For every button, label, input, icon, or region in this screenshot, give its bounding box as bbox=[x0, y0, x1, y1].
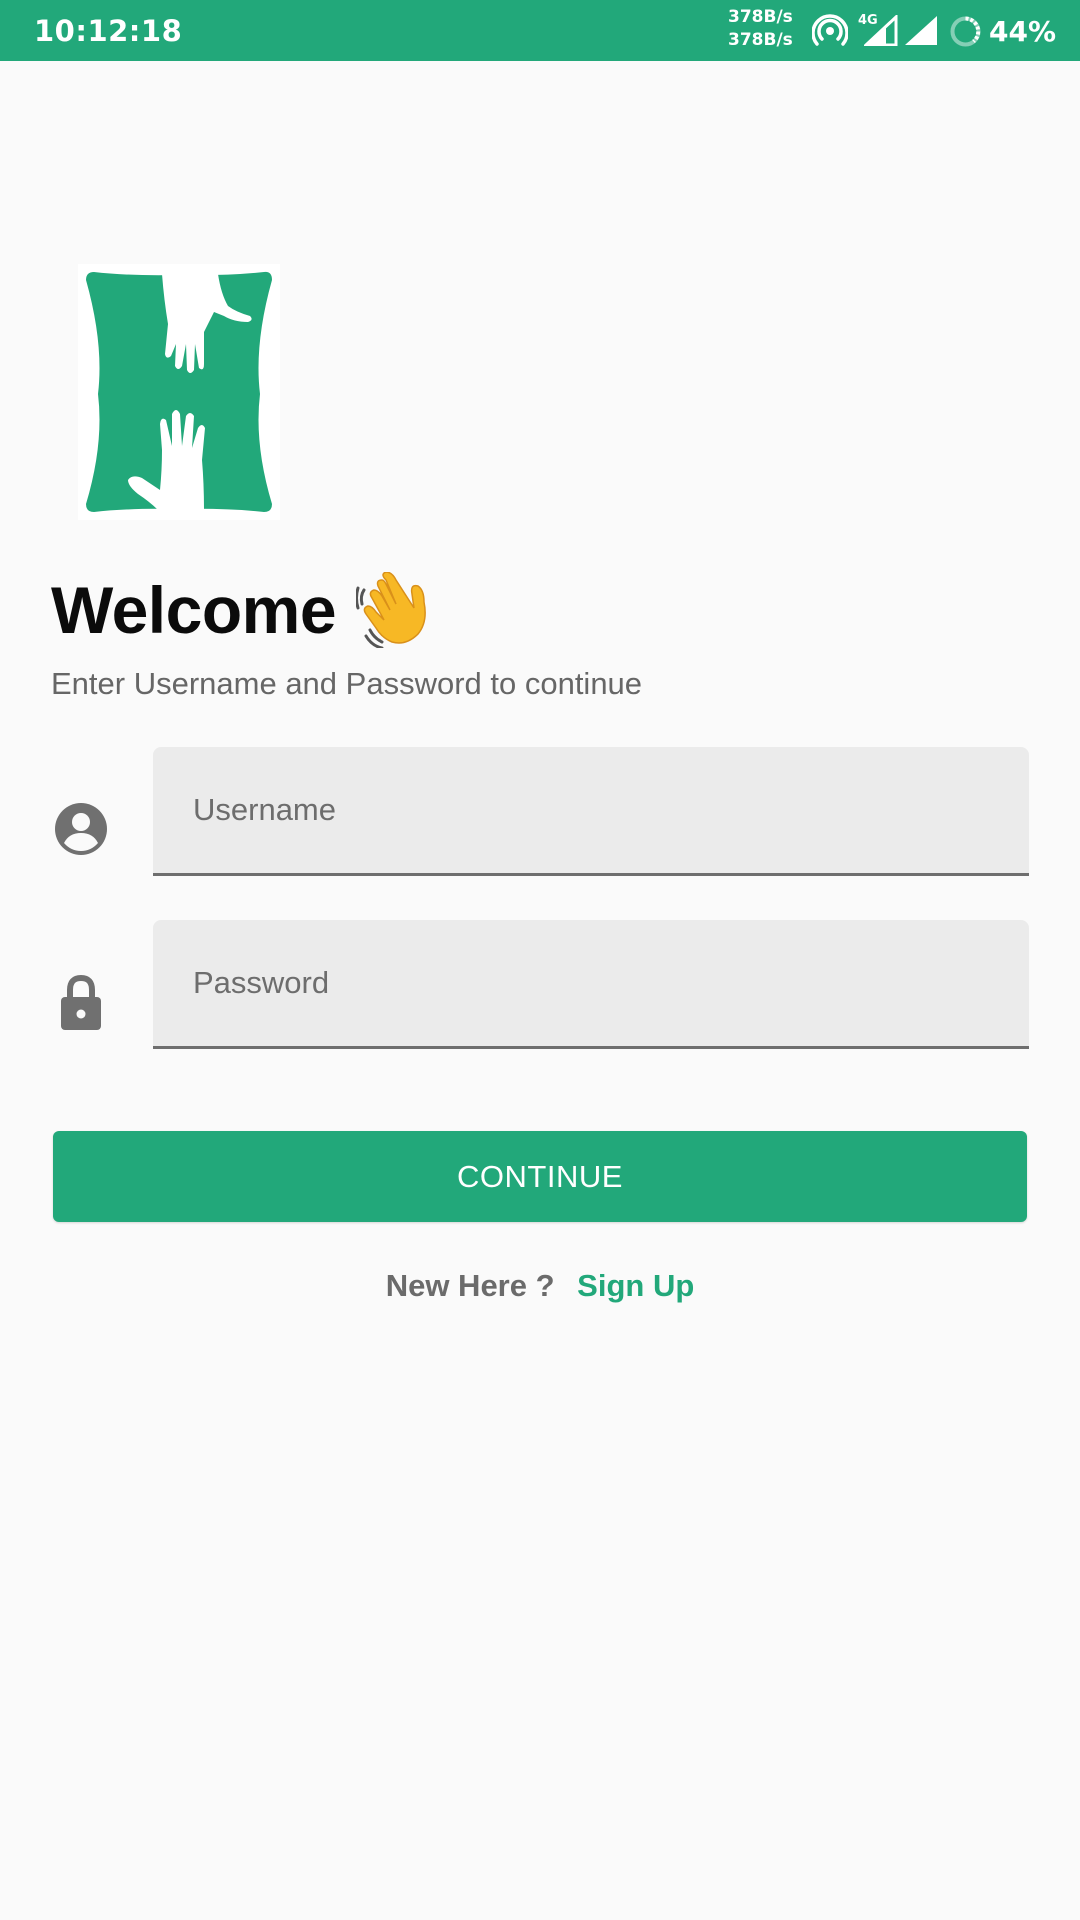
signal-4g-icon bbox=[864, 15, 898, 46]
welcome-heading-row: Welcome bbox=[51, 570, 430, 650]
signup-prompt: New Here ? Sign Up bbox=[0, 1268, 1080, 1304]
status-time: 10:12:18 bbox=[34, 14, 183, 48]
username-field[interactable] bbox=[153, 747, 1029, 876]
sign-up-link[interactable]: Sign Up bbox=[577, 1268, 694, 1303]
hotspot-icon bbox=[812, 14, 848, 46]
waving-hand-icon bbox=[356, 572, 426, 648]
page-title: Welcome bbox=[51, 573, 337, 647]
password-input[interactable] bbox=[193, 920, 993, 1046]
username-input[interactable] bbox=[193, 747, 993, 873]
account-circle-icon bbox=[55, 803, 107, 855]
helping-hands-logo bbox=[86, 271, 272, 512]
upload-speed: 378B/s bbox=[728, 7, 793, 27]
app-logo bbox=[78, 264, 280, 520]
continue-button[interactable]: CONTINUE bbox=[53, 1131, 1027, 1222]
subtitle: Enter Username and Password to continue bbox=[51, 666, 643, 701]
battery-percent: 44% bbox=[989, 15, 1057, 48]
status-bar: 10:12:18 378B/s 378B/s 4G 44% bbox=[0, 0, 1080, 61]
password-field[interactable] bbox=[153, 920, 1029, 1049]
lock-icon bbox=[61, 974, 101, 1030]
network-speed: 378B/s 378B/s bbox=[728, 6, 793, 52]
username-row bbox=[51, 747, 1029, 876]
new-here-text: New Here ? bbox=[385, 1268, 555, 1303]
password-row bbox=[51, 920, 1029, 1049]
signal-icon bbox=[905, 16, 937, 45]
download-speed: 378B/s bbox=[728, 30, 793, 50]
battery-icon bbox=[950, 16, 981, 47]
